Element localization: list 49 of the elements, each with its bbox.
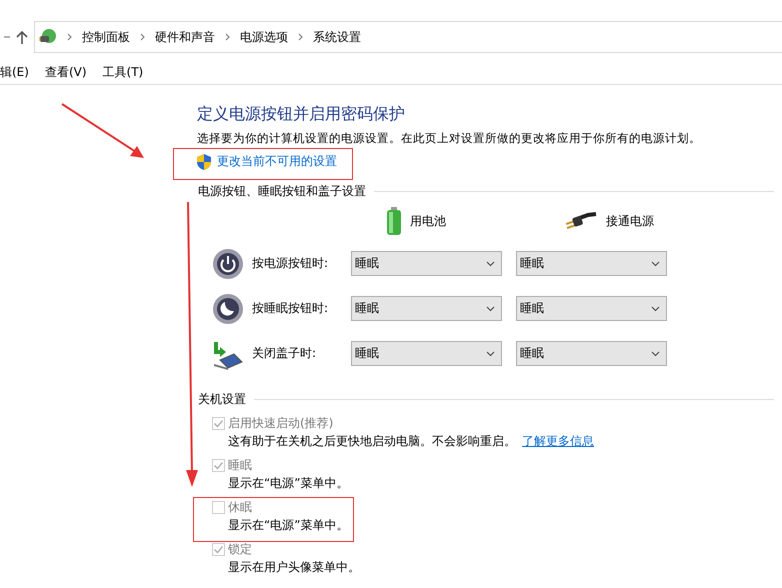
option-description: 显示在“电源”菜单中。 — [228, 516, 348, 534]
section-heading: 电源按钮、睡眠按钮和盖子设置 — [198, 183, 366, 200]
chevron-icon — [298, 33, 303, 41]
setting-label: 按电源按钮时: — [252, 255, 330, 272]
option-label: 睡眠 — [228, 456, 252, 474]
moon-button-icon — [212, 292, 244, 324]
menu-item[interactable]: 查看(V) — [44, 64, 87, 80]
dropdown[interactable]: 睡眠 — [516, 341, 667, 366]
dropdown[interactable]: 睡眠 — [351, 296, 502, 321]
dropdown[interactable]: 睡眠 — [351, 251, 502, 276]
chevron-down-icon — [651, 306, 660, 312]
breadcrumb-item[interactable]: 系统设置 — [313, 28, 361, 46]
chevron-icon — [225, 33, 230, 41]
dropdown[interactable]: 睡眠 — [351, 341, 502, 366]
breadcrumb-item[interactable]: 控制面板 — [82, 28, 130, 46]
page-title: 定义电源按钮并启用密码保护 — [197, 104, 406, 125]
chevron-down-icon — [486, 260, 495, 266]
option-description: 显示在“电源”菜单中。 — [228, 474, 348, 492]
chevron-down-icon — [651, 350, 660, 356]
setting-label: 按睡眠按钮时: — [252, 300, 330, 317]
chevron-icon — [140, 33, 145, 41]
option-description: 这有助于在关机之后更快地启动电脑。不会影响重启。 — [228, 432, 516, 450]
chevron-down-icon — [651, 260, 660, 266]
column-heading: 接通电源 — [606, 212, 654, 230]
column-heading: 用电池 — [410, 212, 446, 230]
power-plug-icon — [39, 28, 57, 46]
page-description: 选择要为你的计算机设置的电源设置。在此页上对设置所做的更改将应用于你所有的电源计划。 — [197, 131, 702, 146]
dropdown[interactable]: 睡眠 — [516, 296, 667, 321]
breadcrumb-item[interactable]: 电源选项 — [240, 28, 288, 46]
power-plug-icon — [566, 212, 598, 230]
chevron-icon — [67, 33, 72, 41]
option-label: 锁定 — [228, 540, 252, 558]
shield-icon — [197, 154, 211, 170]
setting-label: 关闭盖子时: — [252, 345, 318, 362]
option-label: 启用快速启动(推荐) — [228, 414, 334, 432]
dropdown[interactable]: 睡眠 — [516, 251, 667, 276]
chevron-down-icon — [486, 350, 495, 356]
section-heading: 关机设置 — [198, 391, 246, 408]
address-bar[interactable]: 控制面板 硬件和声音 电源选项 系统设置 — [34, 21, 782, 53]
chevron-down-icon — [486, 306, 495, 312]
menu-item[interactable]: 工具(T) — [102, 64, 144, 80]
option-description: 显示在用户头像菜单中。 — [228, 558, 360, 576]
up-arrow-icon[interactable] — [16, 30, 28, 44]
option-label: 休眠 — [228, 498, 252, 516]
battery-icon — [386, 207, 402, 235]
menu-item[interactable]: 辑(E) — [0, 64, 29, 80]
breadcrumb-item[interactable]: 硬件和声音 — [155, 28, 215, 46]
change-settings-link[interactable]: 更改当前不可用的设置 — [217, 153, 337, 170]
power-button-icon — [212, 248, 244, 280]
